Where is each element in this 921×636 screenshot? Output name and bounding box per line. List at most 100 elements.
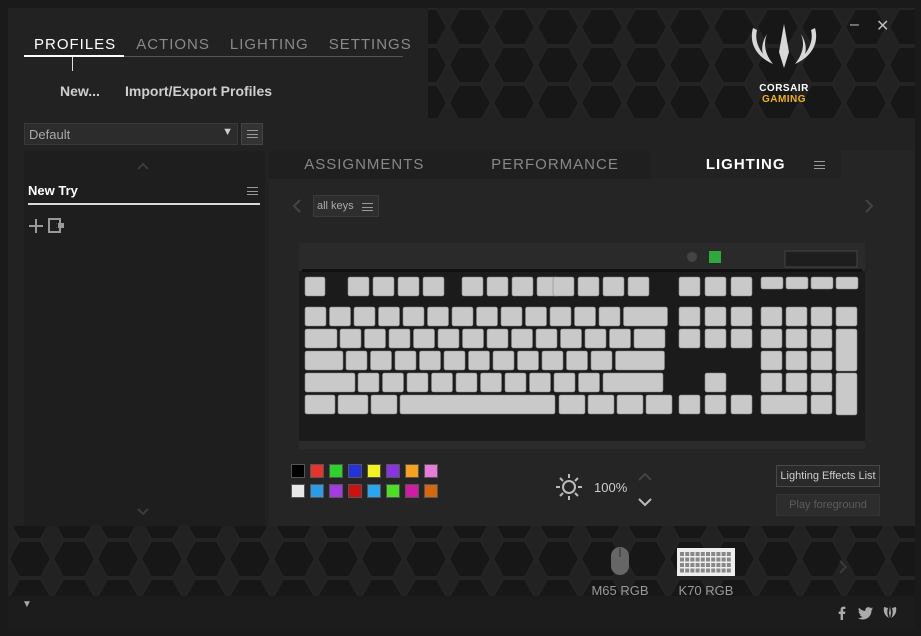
keycap[interactable]: [504, 372, 527, 393]
keycap[interactable]: [574, 306, 596, 327]
color-swatch[interactable]: [367, 484, 381, 498]
profile-list-item[interactable]: New Try: [28, 181, 260, 205]
keycap[interactable]: [347, 276, 370, 297]
profile-item-menu-icon[interactable]: [247, 187, 258, 195]
nav-tab-settings[interactable]: SETTINGS: [319, 36, 422, 53]
keycap[interactable]: [394, 350, 417, 371]
color-swatch[interactable]: [367, 464, 381, 478]
keycap[interactable]: [370, 350, 392, 371]
keycap[interactable]: [339, 328, 362, 349]
keycap[interactable]: [760, 372, 783, 393]
keycap[interactable]: [553, 372, 576, 393]
keycap[interactable]: [353, 306, 376, 327]
color-swatch[interactable]: [424, 464, 438, 478]
keycap[interactable]: [609, 328, 631, 349]
volume-roller-icon[interactable]: [784, 250, 858, 268]
color-swatch[interactable]: [405, 484, 419, 498]
keycap[interactable]: [704, 328, 727, 349]
keycap[interactable]: [329, 306, 351, 327]
keycap[interactable]: [372, 276, 395, 297]
brightness-down-icon[interactable]: [638, 497, 652, 507]
keycap[interactable]: [633, 328, 666, 349]
keycap[interactable]: [616, 394, 644, 415]
tab-menu-icon[interactable]: [814, 161, 825, 169]
keycap[interactable]: [525, 306, 547, 327]
keycap[interactable]: [678, 394, 701, 415]
keycap[interactable]: [785, 306, 808, 327]
keycap[interactable]: [549, 306, 572, 327]
keycap[interactable]: [437, 328, 460, 349]
keycap[interactable]: [462, 328, 484, 349]
keycap[interactable]: [835, 372, 858, 416]
keycap[interactable]: [304, 372, 356, 393]
keycap[interactable]: [623, 306, 668, 327]
keycap[interactable]: [835, 276, 859, 290]
keycap[interactable]: [810, 328, 833, 349]
keycap[interactable]: [785, 328, 808, 349]
keycap[interactable]: [443, 350, 466, 371]
twitter-icon[interactable]: [858, 605, 874, 621]
keycap[interactable]: [500, 306, 523, 327]
keycap[interactable]: [810, 276, 834, 290]
keycap[interactable]: [578, 372, 600, 393]
facebook-icon[interactable]: [834, 605, 850, 621]
keycap[interactable]: [602, 372, 664, 393]
keycap[interactable]: [558, 394, 586, 415]
keycap[interactable]: [730, 306, 753, 327]
nav-tab-actions[interactable]: ACTIONS: [126, 36, 220, 53]
keycap[interactable]: [382, 372, 404, 393]
keycap[interactable]: [810, 372, 833, 393]
color-swatch[interactable]: [329, 484, 343, 498]
keycap[interactable]: [730, 276, 753, 297]
keycap[interactable]: [357, 372, 380, 393]
close-button[interactable]: ✕: [876, 16, 889, 36]
keycap[interactable]: [598, 306, 621, 327]
keycap[interactable]: [406, 372, 429, 393]
keycap[interactable]: [835, 306, 858, 327]
keycap[interactable]: [455, 372, 478, 393]
corsair-sails-small-icon[interactable]: [882, 605, 898, 621]
keycap[interactable]: [704, 306, 727, 327]
keycap[interactable]: [529, 372, 551, 393]
keycap[interactable]: [422, 276, 445, 297]
keycap[interactable]: [476, 306, 498, 327]
keycap[interactable]: [364, 328, 386, 349]
keycap[interactable]: [304, 276, 326, 297]
import-export-profiles-button[interactable]: Import/Export Profiles: [125, 83, 272, 99]
profile-dropdown[interactable]: Default ▼: [24, 123, 238, 145]
color-swatch[interactable]: [291, 464, 305, 478]
keycap[interactable]: [835, 328, 858, 372]
keycap[interactable]: [678, 328, 701, 349]
color-swatch[interactable]: [405, 464, 419, 478]
keycap[interactable]: [451, 306, 474, 327]
keycap[interactable]: [486, 328, 509, 349]
keycap[interactable]: [587, 394, 615, 415]
keycap[interactable]: [541, 350, 564, 371]
color-swatch[interactable]: [310, 484, 324, 498]
keycap[interactable]: [590, 350, 613, 371]
keycap[interactable]: [378, 306, 400, 327]
keycap[interactable]: [810, 306, 833, 327]
keycap[interactable]: [760, 350, 783, 371]
color-swatch[interactable]: [386, 464, 400, 478]
minimize-button[interactable]: –: [850, 16, 859, 34]
keycap[interactable]: [810, 394, 833, 415]
keycap[interactable]: [704, 394, 727, 415]
keycap[interactable]: [810, 350, 833, 371]
keycap[interactable]: [461, 276, 484, 297]
keycap[interactable]: [566, 350, 588, 371]
color-swatch[interactable]: [291, 484, 305, 498]
keycap[interactable]: [552, 276, 575, 297]
keycap[interactable]: [304, 350, 344, 371]
keycap[interactable]: [760, 276, 784, 290]
keycap[interactable]: [760, 394, 808, 415]
keycap[interactable]: [785, 276, 809, 290]
keycap[interactable]: [577, 276, 600, 297]
color-swatch[interactable]: [386, 484, 400, 498]
keycap[interactable]: [399, 394, 556, 415]
chevron-right-icon[interactable]: [863, 198, 875, 214]
brightness-icon[interactable]: [554, 472, 584, 502]
keycap[interactable]: [402, 306, 425, 327]
nav-tab-profiles[interactable]: PROFILES: [24, 36, 126, 53]
color-swatch[interactable]: [329, 464, 343, 478]
